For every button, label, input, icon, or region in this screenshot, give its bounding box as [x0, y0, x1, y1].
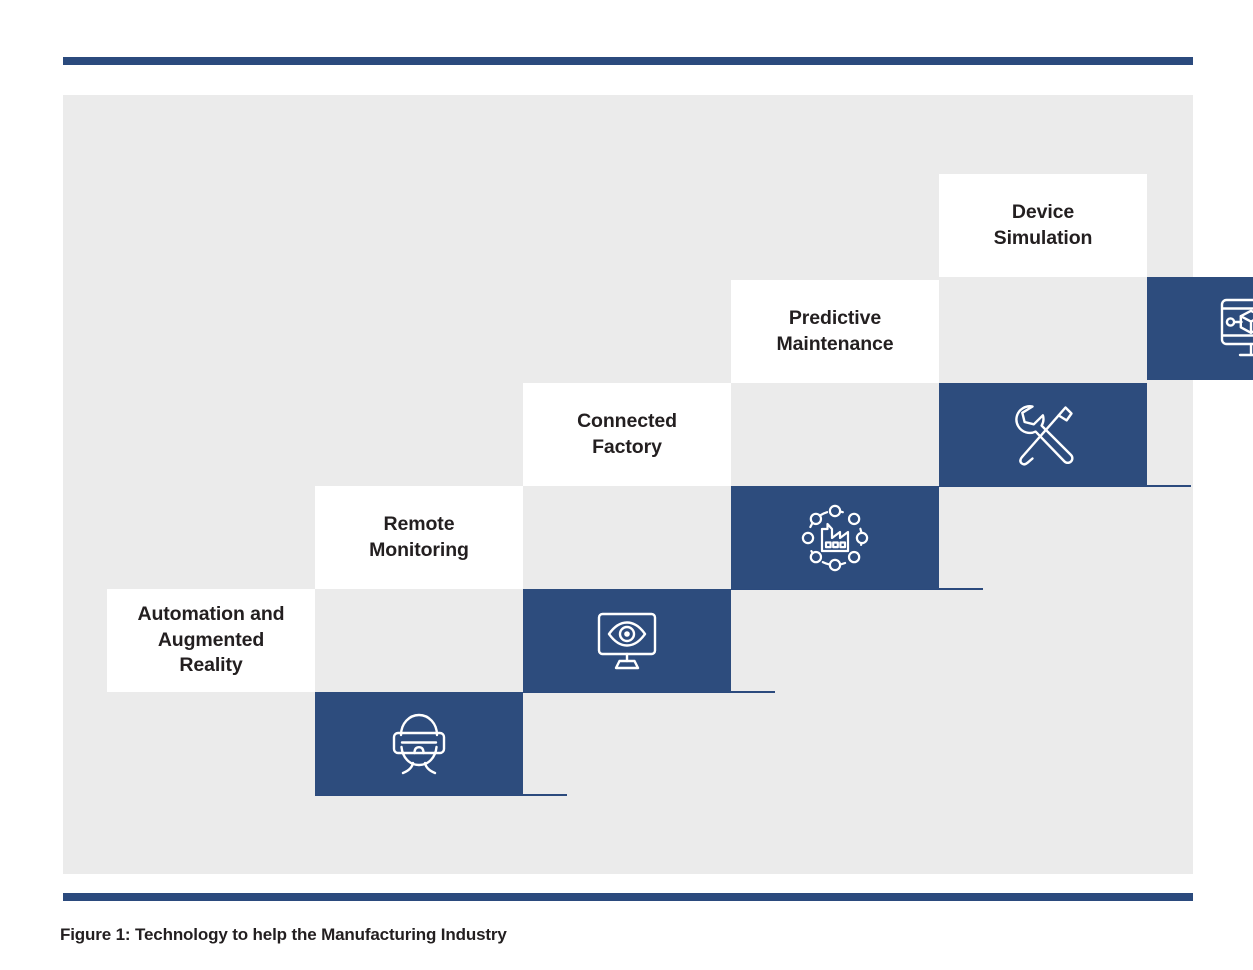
step-title: Connected Factory [577, 409, 677, 458]
vr-headset-icon [388, 711, 450, 777]
step-card: Automation and Augmented Reality [107, 589, 315, 692]
bottom-rule [63, 893, 1193, 901]
step-icon-block [523, 589, 731, 692]
step-card: Device Simulation [939, 174, 1147, 277]
wrench-screwdriver-icon [1009, 401, 1077, 469]
step-device-simulation[interactable]: Device Simulation [939, 174, 1253, 380]
step-card: Predictive Maintenance [731, 280, 939, 383]
staircase-diagram: Automation and Augmented Reality Remote … [63, 95, 1253, 874]
top-rule [63, 57, 1193, 65]
step-title: Remote Monitoring [369, 512, 469, 561]
step-title: Predictive Maintenance [776, 306, 894, 355]
diagram-panel: Automation and Augmented Reality Remote … [63, 95, 1253, 874]
step-card: Remote Monitoring [315, 486, 523, 589]
step-icon-block [939, 383, 1147, 486]
step-card: Connected Factory [523, 383, 731, 486]
step-icon-block [315, 692, 523, 795]
figure-caption: Figure 1: Technology to help the Manufac… [60, 925, 507, 944]
step-title: Automation and Augmented Reality [137, 602, 285, 677]
step-title: Device Simulation [993, 200, 1093, 249]
figure-container: Automation and Augmented Reality Remote … [0, 0, 1253, 970]
step-icon-block [1147, 277, 1253, 380]
monitor-eye-icon [594, 610, 660, 672]
connected-factory-icon [800, 503, 870, 573]
monitor-cube-icon [1216, 297, 1253, 361]
step-icon-block [731, 486, 939, 589]
